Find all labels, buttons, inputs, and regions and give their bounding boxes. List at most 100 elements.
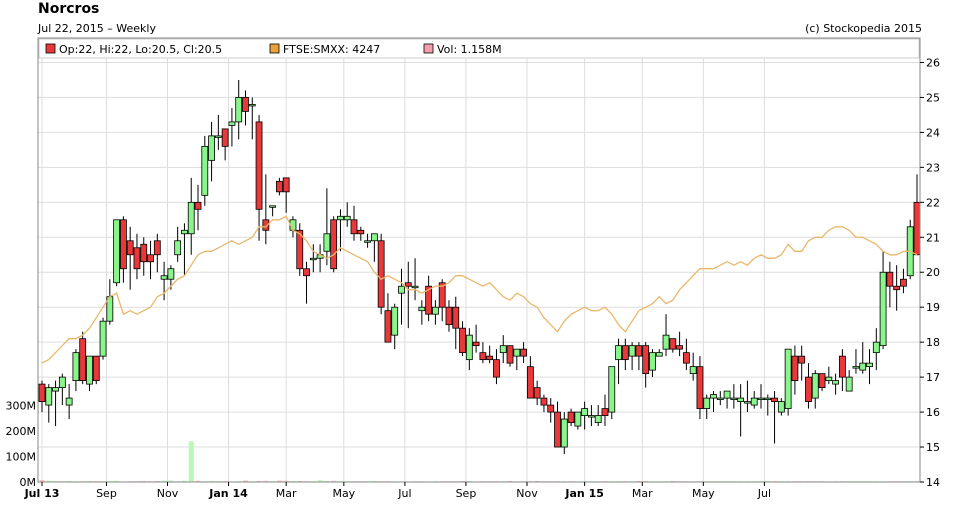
candle-body xyxy=(370,233,378,242)
candle-body xyxy=(58,376,66,389)
candle-body xyxy=(187,201,195,235)
candle-body xyxy=(343,215,351,221)
candle-body xyxy=(86,355,93,385)
candle-body xyxy=(859,362,867,371)
candle-body xyxy=(255,121,263,210)
candle-body xyxy=(852,366,860,369)
candle-body xyxy=(594,415,602,423)
candle-body xyxy=(72,352,80,382)
volume-bar xyxy=(188,441,194,482)
date-tick-label: Jul xyxy=(757,487,771,500)
candle-body xyxy=(805,376,812,402)
price-tick-label: 21 xyxy=(926,231,940,244)
price-tick-label: 26 xyxy=(926,56,940,69)
candle-body xyxy=(866,362,873,368)
date-axis: Jul 13 Sep Nov Jan 14 Mar May Jul Sep Nov Jan 15 M… xyxy=(24,482,771,500)
candle-body xyxy=(791,355,799,382)
candle-body xyxy=(710,394,717,399)
candle-body xyxy=(662,334,670,350)
volume-axis: 0M100M200M300M xyxy=(6,400,37,489)
candle-body xyxy=(506,345,514,364)
candle-body xyxy=(872,341,880,354)
candle-body xyxy=(133,247,141,270)
volume-tick-label: 300M xyxy=(6,400,37,413)
candle-body xyxy=(730,397,738,400)
candle-body xyxy=(493,359,500,378)
date-tick-label: Nov xyxy=(516,487,538,500)
candle-body xyxy=(533,387,541,399)
candle-body xyxy=(65,397,73,406)
date-tick-label: Mar xyxy=(276,487,297,500)
candles xyxy=(38,79,921,455)
candle-body xyxy=(526,366,534,399)
date-tick-label: Jul 13 xyxy=(24,487,60,500)
candle-body xyxy=(147,254,154,263)
candle-body xyxy=(608,366,616,413)
candle-body xyxy=(452,306,460,329)
candle-body xyxy=(689,366,697,375)
index-line xyxy=(41,215,918,364)
candle-body xyxy=(655,352,663,357)
candle-body xyxy=(757,397,765,400)
candle-body xyxy=(581,408,589,416)
candle-body xyxy=(92,355,100,382)
price-tick-label: 24 xyxy=(926,126,940,139)
candle-body xyxy=(357,229,365,235)
candle-body xyxy=(126,240,134,256)
candle-body xyxy=(825,376,833,382)
candle-body xyxy=(269,205,277,208)
candle-body xyxy=(886,271,894,287)
candle-body xyxy=(472,341,480,347)
candle-body xyxy=(486,355,494,361)
candle-body xyxy=(235,97,243,123)
candle-body xyxy=(554,411,561,448)
candle-body xyxy=(398,285,405,294)
candle-body xyxy=(153,240,161,256)
candle-body xyxy=(798,355,806,364)
candle-body xyxy=(621,345,629,361)
candle-body xyxy=(459,327,466,354)
price-tick-label: 14 xyxy=(926,476,940,489)
legend: Op:22, Hi:22, Lo:20.5, Cl:20.5 FTSE:SMXX:… xyxy=(38,38,920,59)
candle-body xyxy=(703,397,711,409)
candle-body xyxy=(635,345,643,357)
candle-body xyxy=(377,240,385,308)
price-tick-label: 17 xyxy=(926,371,940,384)
candle-body xyxy=(567,411,575,423)
candle-body xyxy=(248,104,256,107)
candle-body xyxy=(303,268,310,277)
candle-body xyxy=(337,215,344,221)
candle-body xyxy=(174,240,182,256)
candle-body xyxy=(913,201,921,256)
candle-body xyxy=(38,383,46,402)
candle-body xyxy=(194,201,202,210)
candle-body xyxy=(845,376,853,392)
candle-body xyxy=(214,135,222,138)
candle-body xyxy=(628,345,636,357)
legend-swatch xyxy=(423,43,434,54)
date-tick-label: May xyxy=(692,487,715,500)
date-tick-label: Mar xyxy=(632,487,653,500)
candle-body xyxy=(784,348,792,409)
date-tick-label: Nov xyxy=(157,487,179,500)
candle-body xyxy=(669,338,677,350)
volume-tick-label: 100M xyxy=(6,451,37,464)
legend-label: Vol: 1.158M xyxy=(437,43,502,56)
date-tick-label: May xyxy=(332,487,355,500)
candle-body xyxy=(900,278,907,287)
candle-body xyxy=(682,352,690,364)
candle-body xyxy=(181,229,188,235)
price-tick-label: 19 xyxy=(926,301,940,314)
candle-body xyxy=(330,219,338,270)
date-tick-label: Jan 14 xyxy=(208,487,248,500)
candle-body xyxy=(811,373,819,399)
candle-body xyxy=(445,306,453,326)
candle-body xyxy=(615,345,622,361)
candle-body xyxy=(432,306,439,315)
candle-body xyxy=(642,345,650,375)
candle-body xyxy=(201,145,209,196)
candle-body xyxy=(479,352,487,361)
candle-body xyxy=(323,233,331,252)
candle-body xyxy=(221,128,229,147)
candle-body xyxy=(750,397,758,406)
